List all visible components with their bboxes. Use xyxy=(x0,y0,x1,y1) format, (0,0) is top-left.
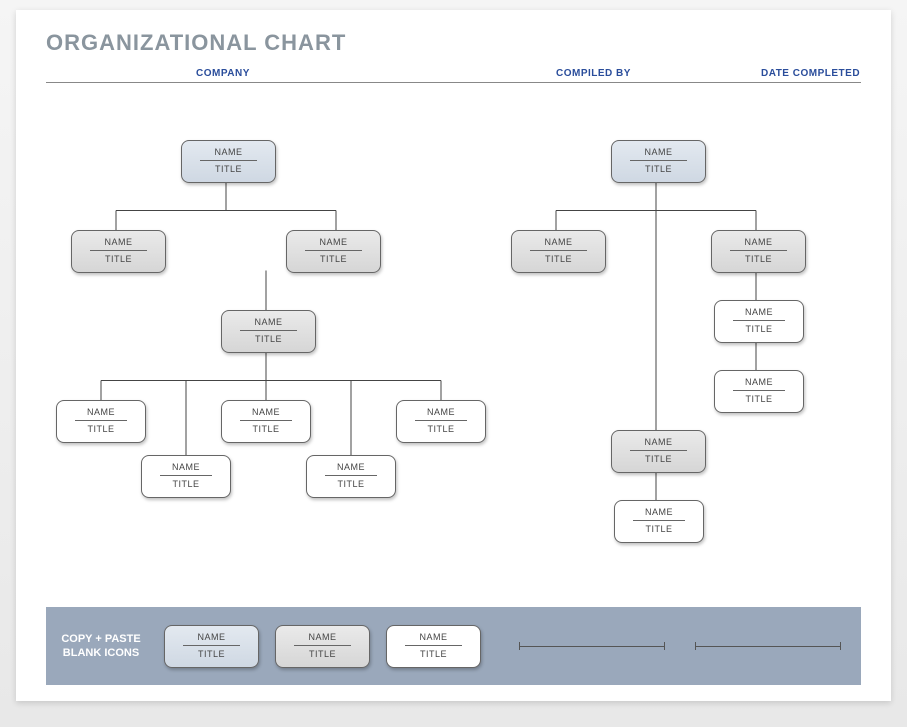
node-name: NAME xyxy=(240,317,297,331)
node-title: TITLE xyxy=(619,524,699,534)
node-title: TITLE xyxy=(391,649,476,659)
palette-node-white[interactable]: NAME TITLE xyxy=(386,625,481,668)
node-name: NAME xyxy=(405,632,462,646)
node-title: TITLE xyxy=(311,479,391,489)
node-title: TITLE xyxy=(226,424,306,434)
node-name: NAME xyxy=(530,237,587,251)
palette-footer: COPY + PASTE BLANK ICONS NAME TITLE NAME… xyxy=(46,607,861,685)
left-l4a-node-3[interactable]: NAME TITLE xyxy=(396,400,486,443)
node-title: TITLE xyxy=(516,254,601,264)
node-name: NAME xyxy=(90,237,147,251)
right-l2-node-1[interactable]: NAME TITLE xyxy=(511,230,606,273)
node-name: NAME xyxy=(294,632,351,646)
right-mid-node[interactable]: NAME TITLE xyxy=(611,430,706,473)
node-name: NAME xyxy=(633,507,685,521)
node-title: TITLE xyxy=(291,254,376,264)
header-compiled-by: COMPILED BY xyxy=(556,68,631,79)
node-title: TITLE xyxy=(226,334,311,344)
node-name: NAME xyxy=(730,237,787,251)
node-title: TITLE xyxy=(616,164,701,174)
right-root-node[interactable]: NAME TITLE xyxy=(611,140,706,183)
connector-lines xyxy=(16,100,891,591)
header-divider xyxy=(46,82,861,83)
left-root-node[interactable]: NAME TITLE xyxy=(181,140,276,183)
node-name: NAME xyxy=(630,437,687,451)
palette-node-blue[interactable]: NAME TITLE xyxy=(164,625,259,668)
left-l4a-node-2[interactable]: NAME TITLE xyxy=(221,400,311,443)
palette-connector-samples xyxy=(519,646,841,647)
left-l4b-node-2[interactable]: NAME TITLE xyxy=(306,455,396,498)
node-name: NAME xyxy=(183,632,240,646)
node-name: NAME xyxy=(305,237,362,251)
node-title: TITLE xyxy=(146,479,226,489)
node-title: TITLE xyxy=(719,324,799,334)
left-l4a-node-1[interactable]: NAME TITLE xyxy=(56,400,146,443)
node-title: TITLE xyxy=(401,424,481,434)
node-title: TITLE xyxy=(186,164,271,174)
right-l2-node-2[interactable]: NAME TITLE xyxy=(711,230,806,273)
node-name: NAME xyxy=(325,462,377,476)
node-name: NAME xyxy=(75,407,127,421)
node-title: TITLE xyxy=(169,649,254,659)
node-name: NAME xyxy=(733,377,785,391)
node-name: NAME xyxy=(733,307,785,321)
org-chart-canvas: NAME TITLE NAME TITLE NAME TITLE NAME TI… xyxy=(16,100,891,591)
node-title: TITLE xyxy=(280,649,365,659)
page-title: ORGANIZATIONAL CHART xyxy=(46,30,346,56)
connector-sample[interactable] xyxy=(695,646,841,647)
left-l2-node-1[interactable]: NAME TITLE xyxy=(71,230,166,273)
node-name: NAME xyxy=(240,407,292,421)
node-name: NAME xyxy=(160,462,212,476)
node-name: NAME xyxy=(200,147,257,161)
right-chain-node-2[interactable]: NAME TITLE xyxy=(714,370,804,413)
node-title: TITLE xyxy=(716,254,801,264)
node-title: TITLE xyxy=(61,424,141,434)
header-company: COMPANY xyxy=(196,68,250,79)
palette-label-line1: COPY + PASTE xyxy=(61,633,140,645)
left-l3-node[interactable]: NAME TITLE xyxy=(221,310,316,353)
palette-node-gray[interactable]: NAME TITLE xyxy=(275,625,370,668)
document-page: ORGANIZATIONAL CHART COMPANY COMPILED BY… xyxy=(16,10,891,701)
left-l4b-node-1[interactable]: NAME TITLE xyxy=(141,455,231,498)
header-date-completed: DATE COMPLETED xyxy=(761,68,860,79)
right-bottom-node[interactable]: NAME TITLE xyxy=(614,500,704,543)
node-name: NAME xyxy=(415,407,467,421)
left-l2-node-2[interactable]: NAME TITLE xyxy=(286,230,381,273)
node-name: NAME xyxy=(630,147,687,161)
palette-label: COPY + PASTE BLANK ICONS xyxy=(46,632,156,661)
palette-label-line2: BLANK ICONS xyxy=(63,647,139,659)
node-title: TITLE xyxy=(616,454,701,464)
connector-sample[interactable] xyxy=(519,646,665,647)
node-title: TITLE xyxy=(719,394,799,404)
right-chain-node-1[interactable]: NAME TITLE xyxy=(714,300,804,343)
node-title: TITLE xyxy=(76,254,161,264)
